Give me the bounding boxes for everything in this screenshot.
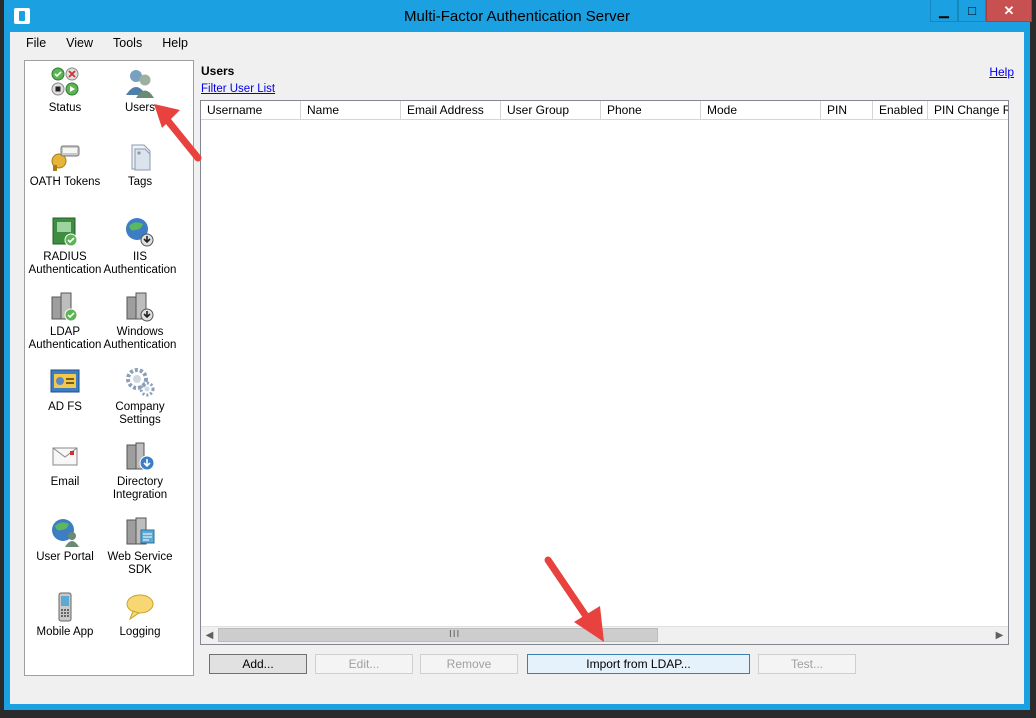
- sidebar-item-label: Users: [124, 102, 156, 114]
- sidebar-item-label: Web Service SDK: [107, 551, 173, 576]
- page-title: Users: [201, 64, 235, 78]
- sidebar-item-status[interactable]: Status: [27, 67, 103, 115]
- sidebar-item-tags[interactable]: Tags: [102, 141, 178, 189]
- main-window: Multi-Factor Authentication Server ▁ □ ✕…: [4, 0, 1032, 710]
- menu-tools[interactable]: Tools: [103, 36, 152, 50]
- table-header: Username Name Email Address User Group P…: [201, 101, 1008, 120]
- scroll-grip: III: [449, 629, 461, 640]
- sidebar-item-label: RADIUS Authentication: [28, 251, 102, 276]
- ldap-icon: [49, 291, 81, 323]
- user-portal-icon: [49, 516, 81, 548]
- sidebar-item-label: Directory Integration: [112, 476, 168, 501]
- email-icon: [49, 441, 81, 473]
- tags-icon: [124, 141, 156, 173]
- sidebar-item-label: IIS Authentication: [103, 251, 177, 276]
- menu-bar: File View Tools Help: [10, 32, 1024, 54]
- menu-help[interactable]: Help: [152, 36, 198, 50]
- scroll-thumb[interactable]: III: [218, 628, 658, 642]
- sidebar-item-adfs[interactable]: AD FS: [27, 366, 103, 414]
- import-from-ldap-button[interactable]: Import from LDAP...: [527, 654, 750, 674]
- sidebar-item-web-service-sdk[interactable]: Web Service SDK: [102, 516, 178, 577]
- window-title: Multi-Factor Authentication Server: [404, 8, 630, 25]
- column-header-name[interactable]: Name: [301, 101, 401, 120]
- scroll-right-icon[interactable]: ▶: [991, 627, 1008, 644]
- sidebar-nav: Status Users OATH Tokens Tags RADIUS Aut…: [24, 60, 194, 676]
- column-header-pin-change[interactable]: PIN Change Re: [928, 101, 1008, 120]
- sidebar-item-directory-integration[interactable]: Directory Integration: [102, 441, 178, 502]
- oath-tokens-icon: [49, 141, 81, 173]
- sidebar-item-label: AD FS: [48, 401, 82, 413]
- mobile-app-icon: [49, 591, 81, 623]
- sidebar-item-ldap[interactable]: LDAP Authentication: [27, 291, 103, 352]
- filter-user-list-link[interactable]: Filter User List: [201, 83, 275, 95]
- sidebar-item-company-settings[interactable]: Company Settings: [102, 366, 178, 427]
- users-table[interactable]: Username Name Email Address User Group P…: [200, 100, 1009, 645]
- remove-button[interactable]: Remove: [420, 654, 518, 674]
- logging-icon: [124, 591, 156, 623]
- adfs-icon: [49, 366, 81, 398]
- column-header-username[interactable]: Username: [201, 101, 301, 120]
- sidebar-item-label: Status: [48, 102, 82, 114]
- company-settings-icon: [124, 366, 156, 398]
- sidebar-item-mobile-app[interactable]: Mobile App: [27, 591, 103, 639]
- sidebar-item-windows-auth[interactable]: Windows Authentication: [102, 291, 178, 352]
- sidebar-item-oath-tokens[interactable]: OATH Tokens: [27, 141, 103, 189]
- sidebar-item-label: Mobile App: [36, 626, 94, 638]
- menu-view[interactable]: View: [56, 36, 103, 50]
- column-header-email[interactable]: Email Address: [401, 101, 501, 120]
- sidebar-item-users[interactable]: Users: [102, 67, 178, 115]
- sidebar-item-email[interactable]: Email: [27, 441, 103, 489]
- scroll-left-icon[interactable]: ◀: [201, 627, 218, 644]
- help-link[interactable]: Help: [989, 65, 1014, 79]
- sidebar-item-label: Windows Authentication: [103, 326, 177, 351]
- close-button[interactable]: ✕: [986, 0, 1032, 22]
- column-header-pin[interactable]: PIN: [821, 101, 873, 120]
- test-button[interactable]: Test...: [758, 654, 856, 674]
- windows-auth-icon: [124, 291, 156, 323]
- sidebar-item-label: OATH Tokens: [29, 176, 101, 188]
- sidebar-item-user-portal[interactable]: User Portal: [27, 516, 103, 564]
- menu-file[interactable]: File: [10, 36, 56, 50]
- sidebar-item-label: Tags: [127, 176, 153, 188]
- radius-icon: [49, 216, 81, 248]
- edit-button[interactable]: Edit...: [315, 654, 413, 674]
- column-header-user-group[interactable]: User Group: [501, 101, 601, 120]
- users-icon: [124, 67, 156, 99]
- sidebar-item-label: User Portal: [36, 551, 94, 563]
- iis-icon: [124, 216, 156, 248]
- sidebar-item-logging[interactable]: Logging: [102, 591, 178, 639]
- status-icon: [49, 67, 81, 99]
- maximize-button[interactable]: □: [958, 0, 986, 22]
- column-header-enabled[interactable]: Enabled: [873, 101, 928, 120]
- minimize-button[interactable]: ▁: [930, 0, 958, 22]
- sidebar-item-iis[interactable]: IIS Authentication: [102, 216, 178, 277]
- column-header-phone[interactable]: Phone: [601, 101, 701, 120]
- web-service-sdk-icon: [124, 516, 156, 548]
- sidebar-item-label: Email: [50, 476, 80, 488]
- sidebar-item-radius[interactable]: RADIUS Authentication: [27, 216, 103, 277]
- horizontal-scrollbar[interactable]: ◀ III ▶: [201, 626, 1008, 644]
- directory-integration-icon: [124, 441, 156, 473]
- users-panel: Users Help Filter User List Username Nam…: [200, 60, 1020, 680]
- sidebar-item-label: LDAP Authentication: [28, 326, 102, 351]
- add-button[interactable]: Add...: [209, 654, 307, 674]
- sidebar-item-label: Company Settings: [115, 401, 165, 426]
- title-bar[interactable]: Multi-Factor Authentication Server ▁ □ ✕: [4, 0, 1032, 32]
- column-header-mode[interactable]: Mode: [701, 101, 821, 120]
- sidebar-item-label: Logging: [119, 626, 161, 638]
